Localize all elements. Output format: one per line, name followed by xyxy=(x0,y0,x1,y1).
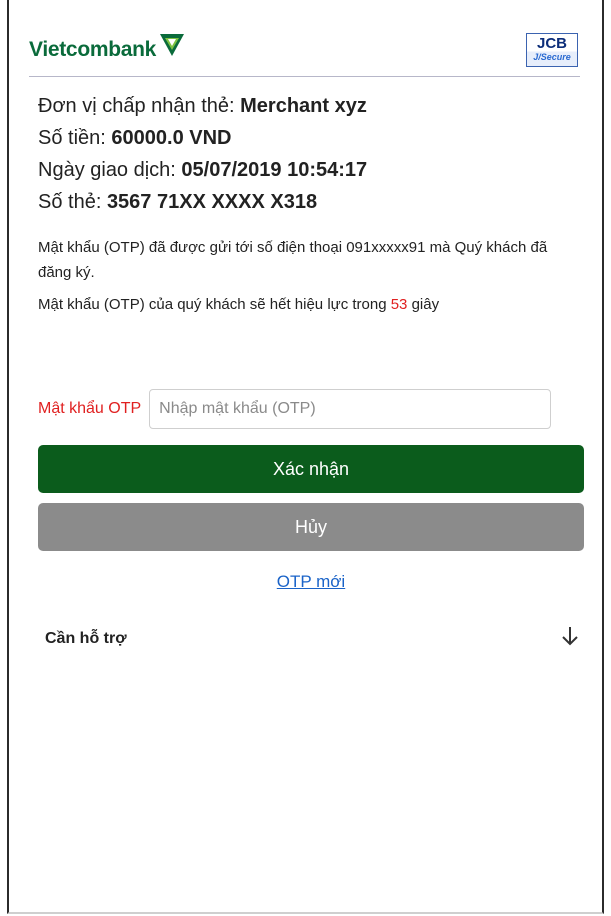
jcb-badge-bottom: J/Secure xyxy=(533,52,571,62)
otp-label: Mật khẩu OTP xyxy=(38,400,142,417)
otp-row: Mật khẩu OTP xyxy=(38,388,583,430)
jcb-secure-badge: JCB J/Secure xyxy=(526,33,578,67)
date-row: Ngày giao dịch: 05/07/2019 10:54:17 xyxy=(38,154,578,186)
otp-sent-message: Mật khẩu (OTP) đã được gửi tới số điện t… xyxy=(38,239,548,281)
card-value: 3567 71XX XXXX X318 xyxy=(106,191,318,213)
help-section[interactable]: Cần hỗ trợ xyxy=(45,625,580,652)
amount-value: 60000.0 VND xyxy=(111,127,232,149)
help-label: Cần hỗ trợ xyxy=(45,629,127,647)
merchant-row: Đơn vị chấp nhận thẻ: Merchant xyz xyxy=(38,90,578,122)
expiry-suffix: giây xyxy=(407,296,440,313)
confirm-button[interactable]: Xác nhận xyxy=(38,445,584,493)
amount-row: Số tiền: 60000.0 VND xyxy=(38,122,578,154)
merchant-label: Đơn vị chấp nhận thẻ: xyxy=(38,95,241,117)
otp-input[interactable] xyxy=(149,389,552,429)
otp-notice: Mật khẩu (OTP) đã được gửi tới số điện t… xyxy=(38,235,578,324)
expiry-countdown: 53 xyxy=(390,296,408,313)
vietcombank-mark-icon xyxy=(159,33,185,62)
new-otp-link[interactable]: OTP mới xyxy=(0,572,611,592)
transaction-info: Đơn vị chấp nhận thẻ: Merchant xyz Số ti… xyxy=(38,90,578,218)
vietcombank-logo: Vietcombank xyxy=(29,33,185,62)
header: Vietcombank JCB J/Secure xyxy=(29,28,580,77)
card-row: Số thẻ: 3567 71XX XXXX X318 xyxy=(38,186,578,218)
date-value: 05/07/2019 10:54:17 xyxy=(181,159,368,181)
date-label: Ngày giao dịch: xyxy=(38,159,182,181)
jcb-badge-top: JCB xyxy=(536,35,567,52)
logo-text: Vietcombank xyxy=(29,38,157,61)
arrow-down-icon[interactable] xyxy=(560,625,580,652)
otp-expiry-message: Mật khẩu (OTP) của quý khách sẽ hết hiệu… xyxy=(38,292,578,317)
expiry-prefix: Mật khẩu (OTP) của quý khách sẽ hết hiệu… xyxy=(38,296,391,313)
merchant-value: Merchant xyz xyxy=(240,95,367,117)
amount-label: Số tiền: xyxy=(38,127,112,149)
card-label: Số thẻ: xyxy=(38,191,107,213)
cancel-button[interactable]: Hủy xyxy=(38,503,584,551)
